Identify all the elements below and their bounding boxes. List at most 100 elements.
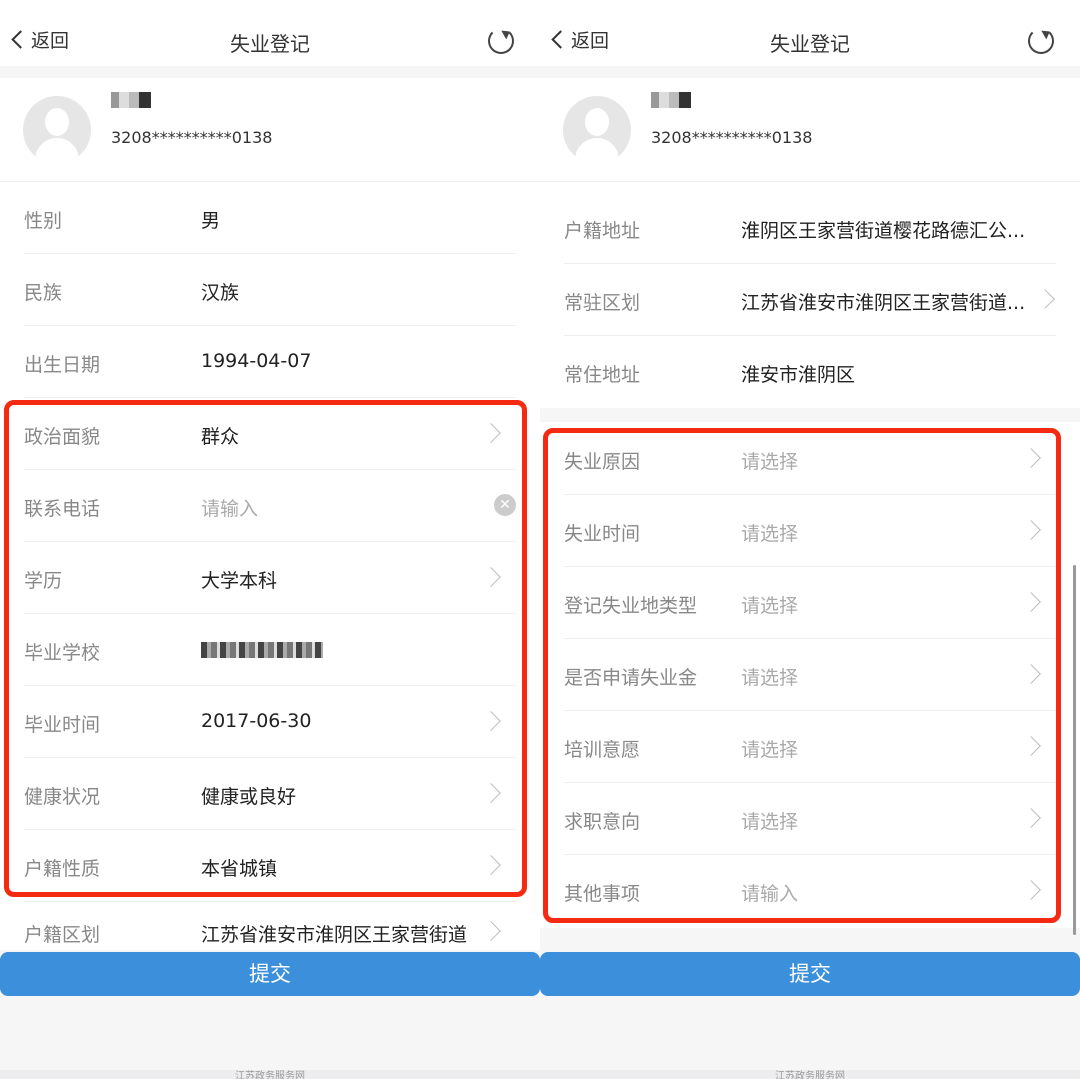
row-hukou-type[interactable]: 户籍性质 本省城镇 xyxy=(24,830,516,902)
row-hukou-address: 户籍地址 淮阴区王家营街道樱花路德汇公... xyxy=(564,192,1056,264)
row-apply-benefit[interactable]: 是否申请失业金 请选择 xyxy=(564,639,1056,711)
field-value: 淮阴区王家营街道樱花路德汇公... xyxy=(741,220,1026,242)
row-residence-region[interactable]: 常驻区划 江苏省淮安市淮阴区王家营街道... xyxy=(564,264,1056,336)
submit-button[interactable]: 提交 xyxy=(0,952,540,996)
row-ethnicity: 民族 汉族 xyxy=(24,254,516,326)
field-value: 请选择 xyxy=(741,523,799,545)
chevron-right-icon xyxy=(481,711,501,731)
chevron-right-icon xyxy=(481,921,501,941)
field-value: 1994-04-07 xyxy=(201,350,312,372)
chevron-right-icon xyxy=(1021,448,1041,468)
row-unemployment-reason[interactable]: 失业原因 请选择 xyxy=(564,423,1056,495)
user-name-redacted xyxy=(651,92,691,108)
phone-input[interactable]: 请输入 xyxy=(201,494,258,521)
chevron-right-icon xyxy=(1021,808,1041,828)
form-scroll[interactable]: 3208**********0138 性别 男 民族 汉族 出生日期 1994-04-… xyxy=(0,78,540,950)
field-label: 常驻区划 xyxy=(564,292,641,314)
row-other-matters[interactable]: 其他事项 请输入 xyxy=(564,855,1056,927)
field-label: 登记失业地类型 xyxy=(564,595,698,617)
footer-text: 江苏政务服务网 xyxy=(0,1070,540,1079)
row-residence-address: 常住地址 淮安市淮阴区 xyxy=(564,336,1056,408)
chevron-right-icon xyxy=(481,423,501,443)
chevron-right-icon xyxy=(1021,592,1041,612)
row-school: 毕业学校 xyxy=(24,614,516,686)
clear-icon[interactable]: ✕ xyxy=(494,494,516,516)
id-number: 3208**********0138 xyxy=(651,128,813,147)
row-job-intention[interactable]: 求职意向 请选择 xyxy=(564,783,1056,855)
row-hukou-region[interactable]: 户籍区划 江苏省淮安市淮阴区王家营街道 xyxy=(24,896,516,950)
field-label: 毕业时间 xyxy=(24,714,101,736)
page-title: 失业登记 xyxy=(770,32,850,56)
field-value: 男 xyxy=(201,210,221,232)
school-redacted xyxy=(201,642,323,658)
field-value: 请选择 xyxy=(741,739,799,761)
field-label: 学历 xyxy=(24,570,63,592)
right-screen: 返回 失业登记 3208**********0138 户籍地址 淮阴区王家营街道樱… xyxy=(540,0,1080,1079)
chevron-right-icon xyxy=(481,855,501,875)
form-scroll[interactable]: 3208**********0138 户籍地址 淮阴区王家营街道樱花路德汇公...… xyxy=(540,78,1080,928)
chevron-right-icon xyxy=(1021,880,1041,900)
row-unemployment-time[interactable]: 失业时间 请选择 xyxy=(564,495,1056,567)
field-value: 请选择 xyxy=(741,811,799,833)
field-value: 请选择 xyxy=(741,595,799,617)
row-phone[interactable]: 联系电话 请输入 ✕ xyxy=(24,470,516,542)
field-value: 淮安市淮阴区 xyxy=(741,364,856,386)
field-label: 出生日期 xyxy=(24,354,101,376)
field-label: 是否申请失业金 xyxy=(564,667,698,689)
field-label: 联系电话 xyxy=(24,498,101,520)
field-label: 户籍区划 xyxy=(24,924,101,946)
field-value: 江苏省淮安市淮阴区王家营街道 xyxy=(201,924,468,946)
id-number: 3208**********0138 xyxy=(111,128,273,147)
row-health[interactable]: 健康状况 健康或良好 xyxy=(24,758,516,830)
chevron-right-icon xyxy=(481,567,501,587)
user-name-redacted xyxy=(111,92,151,108)
field-label: 其他事项 xyxy=(564,883,641,905)
field-label: 健康状况 xyxy=(24,786,101,808)
submit-button[interactable]: 提交 xyxy=(540,952,1080,996)
chevron-right-icon xyxy=(1021,664,1041,684)
field-label: 性别 xyxy=(24,210,63,232)
field-label: 户籍性质 xyxy=(24,858,101,880)
chevron-right-icon xyxy=(1021,736,1041,756)
field-label: 民族 xyxy=(24,282,63,304)
field-value: 群众 xyxy=(201,426,240,448)
row-gender: 性别 男 xyxy=(24,182,516,254)
field-label: 常住地址 xyxy=(564,364,641,386)
refresh-icon[interactable] xyxy=(488,28,514,54)
avatar xyxy=(563,96,631,164)
row-training-intention[interactable]: 培训意愿 请选择 xyxy=(564,711,1056,783)
chevron-right-icon xyxy=(481,783,501,803)
scrollbar[interactable] xyxy=(1073,565,1076,935)
chevron-right-icon xyxy=(1021,520,1041,540)
field-value: 汉族 xyxy=(201,282,240,304)
left-screen: 返回 失业登记 3208**********0138 性别 男 民族 汉族 出生日期… xyxy=(0,0,540,1079)
field-label: 户籍地址 xyxy=(564,220,641,242)
refresh-icon[interactable] xyxy=(1028,28,1054,54)
field-value: 江苏省淮安市淮阴区王家营街道... xyxy=(741,292,1026,314)
row-political-status[interactable]: 政治面貌 群众 xyxy=(24,398,516,470)
nav-header: 返回 失业登记 xyxy=(540,0,1080,66)
field-label: 培训意愿 xyxy=(564,739,641,761)
field-value: 本省城镇 xyxy=(201,858,278,880)
profile-card: 3208**********0138 xyxy=(0,78,540,182)
section-gap xyxy=(540,408,1080,422)
field-value: 健康或良好 xyxy=(201,786,297,808)
field-label: 政治面貌 xyxy=(24,426,101,448)
row-graduation-date[interactable]: 毕业时间 2017-06-30 xyxy=(24,686,516,758)
row-birthdate: 出生日期 1994-04-07 xyxy=(24,326,516,398)
field-label: 失业时间 xyxy=(564,523,641,545)
field-value: 2017-06-30 xyxy=(201,710,312,732)
field-value: 请选择 xyxy=(741,451,799,473)
row-education[interactable]: 学历 大学本科 xyxy=(24,542,516,614)
page-title: 失业登记 xyxy=(230,32,310,56)
field-label: 失业原因 xyxy=(564,451,641,473)
footer-text: 江苏政务服务网 xyxy=(540,1070,1080,1079)
field-value: 请输入 xyxy=(741,883,799,905)
chevron-right-icon xyxy=(1035,289,1055,309)
row-registration-place-type[interactable]: 登记失业地类型 请选择 xyxy=(564,567,1056,639)
profile-card: 3208**********0138 xyxy=(540,78,1080,182)
avatar xyxy=(23,96,91,164)
field-label: 毕业学校 xyxy=(24,642,101,664)
field-value: 请选择 xyxy=(741,667,799,689)
field-value: 大学本科 xyxy=(201,570,278,592)
